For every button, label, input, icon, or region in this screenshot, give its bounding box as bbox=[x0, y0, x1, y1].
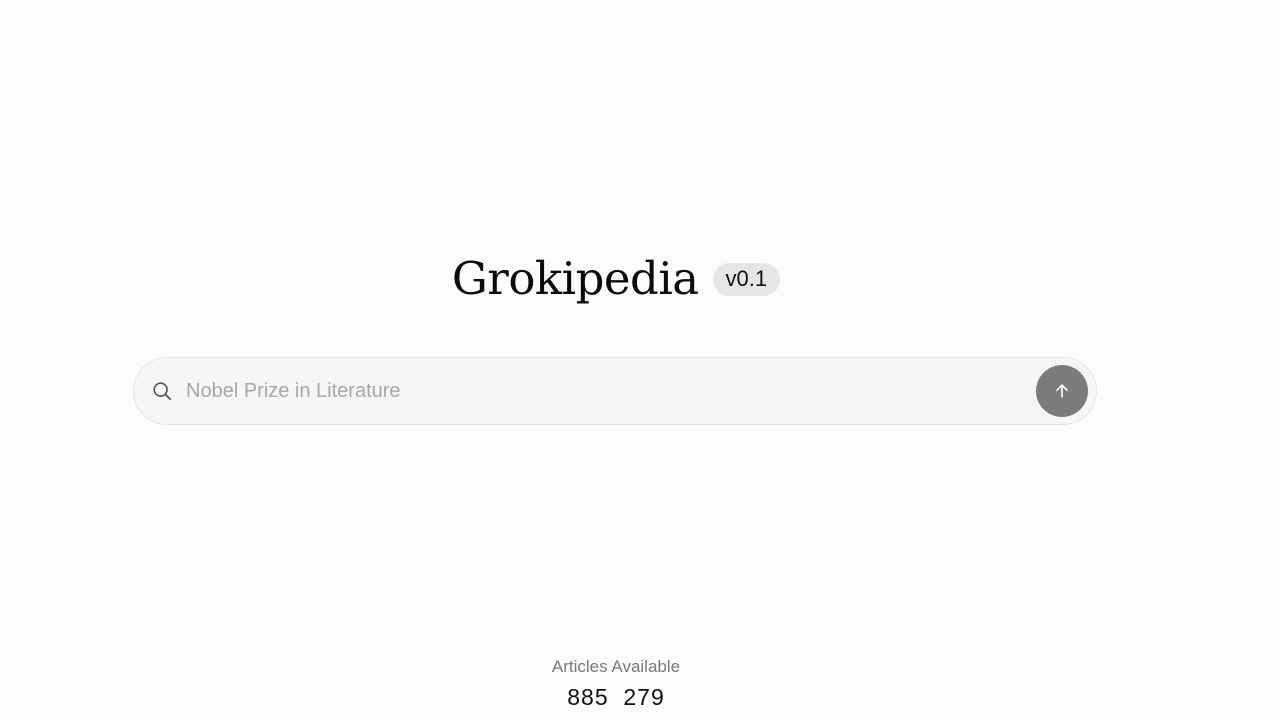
home-page: Grokipedia v0.1 Articles Available 885 2… bbox=[0, 0, 1280, 720]
version-badge: v0.1 bbox=[712, 263, 781, 296]
site-logo[interactable]: Grokipedia bbox=[452, 256, 699, 301]
search-submit-button[interactable] bbox=[1036, 365, 1088, 417]
articles-count: 885 279 bbox=[567, 684, 665, 710]
search-input[interactable] bbox=[184, 370, 1036, 412]
search-bar[interactable] bbox=[133, 357, 1097, 425]
search-icon bbox=[150, 379, 174, 403]
articles-stats: Articles Available 885 279 bbox=[0, 656, 1232, 712]
arrow-up-icon bbox=[1052, 381, 1072, 401]
articles-available-label: Articles Available bbox=[551, 657, 681, 676]
brand-header: Grokipedia v0.1 bbox=[0, 256, 1232, 301]
